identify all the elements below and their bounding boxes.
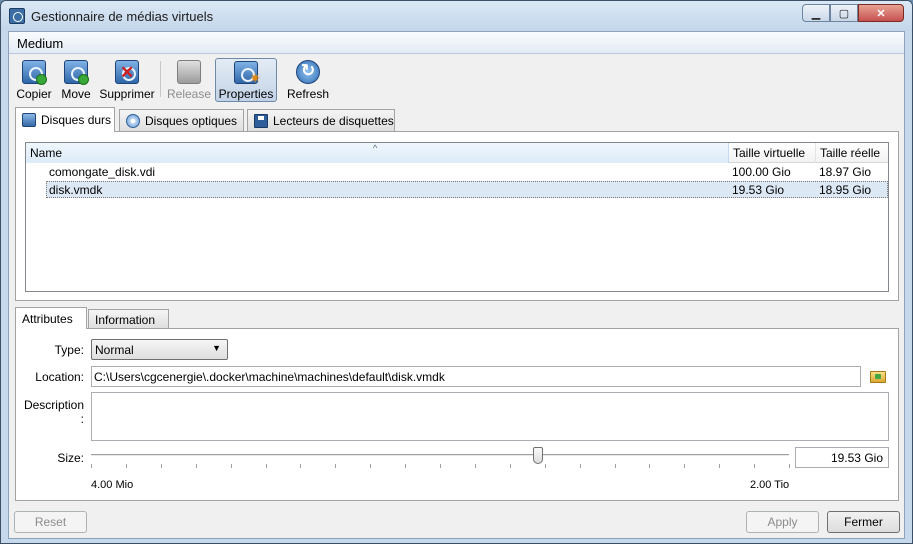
row-virtual-size: 100.00 Gio: [732, 165, 791, 179]
size-label: Size:: [57, 451, 84, 465]
slider-tick: [161, 464, 162, 468]
list-row-selected[interactable]: disk.vmdk 19.53 Gio 18.95 Gio: [46, 181, 888, 198]
slider-tick: [91, 464, 92, 468]
properties-gear-icon: [234, 61, 261, 87]
column-name[interactable]: Name ^: [26, 143, 729, 163]
toolbar: Copier Move Supprimer Release Properties: [9, 55, 904, 103]
slider-tick: [615, 464, 616, 468]
close-button[interactable]: Fermer: [827, 511, 900, 533]
slider-tick: [126, 464, 127, 468]
slider-tick: [300, 464, 301, 468]
title-bar: Gestionnaire de médias virtuels ▁ ▢ ✕: [1, 1, 912, 31]
minimize-button[interactable]: ▁: [802, 4, 830, 22]
tab-optical-disks-label: Disques optiques: [145, 113, 238, 128]
type-select-value: Normal: [95, 343, 134, 357]
tab-information[interactable]: Information: [88, 309, 169, 329]
details-tabs: Attributes Information: [15, 307, 899, 329]
folder-icon: [870, 371, 886, 383]
browse-location-button[interactable]: [869, 367, 887, 384]
media-type-tabs: Disques durs Disques optiques Lecteurs d…: [15, 107, 899, 132]
move-label: Move: [61, 87, 91, 101]
location-label: Location:: [35, 370, 84, 384]
size-slider-thumb[interactable]: [533, 447, 543, 464]
slider-tick: [475, 464, 476, 468]
copy-disk-icon: [22, 60, 47, 85]
location-field[interactable]: C:\Users\cgcenergie\.docker\machine\mach…: [91, 366, 861, 387]
slider-tick: [196, 464, 197, 468]
list-header: Name ^ Taille virtuelle Taille réelle: [26, 143, 888, 163]
media-manager-window: Gestionnaire de médias virtuels ▁ ▢ ✕ Me…: [0, 0, 913, 544]
size-field[interactable]: 19.53 Gio: [795, 447, 889, 468]
menu-bar: Medium: [9, 32, 904, 54]
move-disk-icon: [64, 60, 89, 85]
slider-tick: [266, 464, 267, 468]
menu-medium[interactable]: Medium: [17, 36, 63, 51]
row-name: disk.vmdk: [49, 183, 103, 197]
slider-tick: [440, 464, 441, 468]
media-list: Name ^ Taille virtuelle Taille réelle co…: [25, 142, 889, 292]
type-select[interactable]: Normal ▼: [91, 339, 228, 360]
maximize-button[interactable]: ▢: [830, 4, 858, 22]
refresh-button[interactable]: Refresh: [284, 58, 332, 102]
row-actual-size: 18.97 Gio: [819, 165, 872, 179]
description-label: Description :: [23, 398, 84, 426]
remove-disk-icon: [115, 60, 139, 84]
slider-tick: [405, 464, 406, 468]
slider-tick: [335, 464, 336, 468]
refresh-label: Refresh: [286, 87, 330, 101]
hard-disks-panel: Name ^ Taille virtuelle Taille réelle co…: [15, 131, 899, 301]
release-button[interactable]: Release: [166, 58, 212, 102]
tab-floppy-disks[interactable]: Lecteurs de disquettes: [247, 109, 395, 131]
close-window-button[interactable]: ✕: [858, 4, 904, 22]
size-slider-track[interactable]: [91, 454, 789, 457]
reset-button[interactable]: Reset: [14, 511, 87, 533]
tab-hard-disks-label: Disques durs: [41, 113, 112, 127]
slider-tick: [719, 464, 720, 468]
copy-label: Copier: [16, 87, 52, 101]
optical-disk-icon: [126, 113, 140, 128]
slider-tick: [789, 464, 790, 468]
slider-tick: [754, 464, 755, 468]
row-virtual-size: 19.53 Gio: [732, 183, 785, 197]
toolbar-separator: [160, 61, 161, 97]
chevron-down-icon: ▼: [212, 343, 221, 353]
column-virtual-size[interactable]: Taille virtuelle: [729, 143, 816, 163]
slider-tick: [545, 464, 546, 468]
floppy-disk-icon: [254, 113, 268, 128]
description-field[interactable]: [91, 392, 889, 441]
slider-tick: [580, 464, 581, 468]
remove-button[interactable]: Supprimer: [98, 58, 156, 102]
copy-button[interactable]: Copier: [15, 58, 53, 102]
row-name: comongate_disk.vdi: [49, 165, 156, 179]
release-label: Release: [166, 87, 212, 101]
release-disk-icon: [177, 60, 201, 84]
tab-floppy-disks-label: Lecteurs de disquettes: [273, 113, 394, 128]
remove-label: Supprimer: [99, 87, 155, 101]
properties-label: Properties: [218, 87, 274, 101]
window-client-area: Medium Copier Move Supprimer Release: [8, 31, 905, 539]
slider-tick: [231, 464, 232, 468]
attributes-panel: Type: Normal ▼ Location: C:\Users\cgcene…: [15, 328, 899, 501]
size-min-label: 4.00 Mio: [91, 479, 134, 491]
refresh-icon: [296, 60, 320, 84]
properties-button[interactable]: Properties: [215, 58, 277, 102]
column-actual-size[interactable]: Taille réelle: [816, 143, 888, 163]
sort-ascending-icon: ^: [373, 143, 378, 153]
type-label: Type:: [54, 343, 84, 357]
tab-attributes[interactable]: Attributes: [15, 307, 87, 329]
list-row[interactable]: comongate_disk.vdi 100.00 Gio 18.97 Gio: [26, 164, 888, 181]
slider-tick: [684, 464, 685, 468]
slider-tick: [510, 464, 511, 468]
size-max-label: 2.00 Tio: [750, 479, 790, 491]
tab-hard-disks[interactable]: Disques durs: [15, 107, 115, 132]
apply-button[interactable]: Apply: [746, 511, 819, 533]
window-title: Gestionnaire de médias virtuels: [31, 9, 214, 24]
move-button[interactable]: Move: [58, 58, 94, 102]
row-actual-size: 18.95 Gio: [819, 183, 872, 197]
slider-tick: [370, 464, 371, 468]
slider-tick: [649, 464, 650, 468]
virtualbox-app-icon: [9, 8, 25, 24]
hard-disk-icon: [22, 113, 36, 127]
tab-optical-disks[interactable]: Disques optiques: [119, 109, 244, 131]
